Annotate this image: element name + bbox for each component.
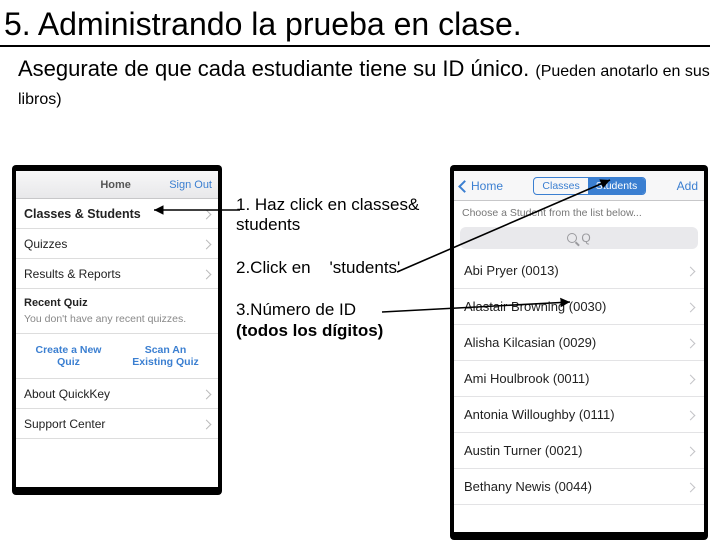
row-support[interactable]: Support Center [16,409,218,439]
student-name: Alastair Browning (0030) [464,299,606,314]
student-name: Antonia Willoughby (0111) [464,407,615,422]
chevron-right-icon [203,237,210,251]
row-about[interactable]: About QuickKey [16,379,218,409]
row-label: Classes & Students [24,207,141,221]
student-name: Bethany Newis (0044) [464,479,592,494]
tab-classes[interactable]: Classes [534,178,587,194]
signout-button[interactable]: Sign Out [169,179,212,191]
navbar-students: Home Classes Students Add [454,171,704,201]
chevron-right-icon [687,407,694,422]
instruction-list: 1. Haz click en classes& students 2.Clic… [236,195,446,363]
subtitle-main: Asegurate de que cada estudiante tiene s… [18,56,529,81]
row-results[interactable]: Results & Reports [16,259,218,289]
chevron-right-icon [687,443,694,458]
recent-quiz-empty: You don't have any recent quizzes. [16,311,218,334]
list-item[interactable]: Ami Houlbrook (0011) [454,361,704,397]
search-icon [567,233,577,243]
row-label: Support Center [24,417,105,431]
chevron-right-icon [687,371,694,386]
instruction-1: 1. Haz click en classes& students [236,195,446,236]
instruction-3a: 3.Número de ID [236,300,356,319]
row-label: Results & Reports [24,267,121,281]
quiz-actions: Create a New Quiz Scan An Existing Quiz [16,334,218,379]
list-item[interactable]: Alastair Browning (0030) [454,289,704,325]
student-name: Austin Turner (0021) [464,443,583,458]
search-input[interactable]: Q [460,227,698,249]
page-subtitle: Asegurate de que cada estudiante tiene s… [0,47,720,110]
choose-student-prompt: Choose a Student from the list below... [454,201,704,225]
student-name: Ami Houlbrook (0011) [464,371,589,386]
list-item[interactable]: Bethany Newis (0044) [454,469,704,505]
chevron-right-icon [203,387,210,401]
student-name: Alisha Kilcasian (0029) [464,335,596,350]
page-title: 5. Administrando la prueba en clase. [0,0,710,47]
search-placeholder: Q [581,231,590,245]
instruction-3b: (todos los dígitos) [236,321,383,340]
phone-students-mock: Home Classes Students Add Choose a Stude… [450,165,708,540]
nav-title: Home [62,179,169,191]
chevron-right-icon [687,479,694,494]
chevron-right-icon [687,299,694,314]
list-item[interactable]: Antonia Willoughby (0111) [454,397,704,433]
chevron-right-icon [687,335,694,350]
row-label: Quizzes [24,237,67,251]
add-button[interactable]: Add [677,179,698,193]
recent-quiz-label: Recent Quiz [16,289,218,311]
scan-quiz-button[interactable]: Scan An Existing Quiz [126,344,206,368]
instruction-2b: 'students' [330,258,401,277]
navbar-home: Home Sign Out [16,171,218,199]
back-home-button[interactable]: Home [460,179,503,193]
instruction-2: 2.Click en 'students' [236,258,446,278]
chevron-right-icon [687,263,694,278]
chevron-right-icon [203,207,210,221]
instruction-2a: 2.Click en [236,258,311,277]
create-quiz-button[interactable]: Create a New Quiz [29,344,109,368]
list-item[interactable]: Austin Turner (0021) [454,433,704,469]
row-quizzes[interactable]: Quizzes [16,229,218,259]
tab-students[interactable]: Students [588,178,645,194]
list-item[interactable]: Alisha Kilcasian (0029) [454,325,704,361]
chevron-right-icon [203,417,210,431]
row-classes-students[interactable]: Classes & Students [16,199,218,229]
instruction-3: 3.Número de ID (todos los dígitos) [236,300,446,341]
chevron-right-icon [203,267,210,281]
segmented-control[interactable]: Classes Students [533,177,646,195]
row-label: About QuickKey [24,387,110,401]
list-item[interactable]: Abi Pryer (0013) [454,253,704,289]
phone-home-mock: Home Sign Out Classes & Students Quizzes… [12,165,222,495]
student-name: Abi Pryer (0013) [464,263,559,278]
